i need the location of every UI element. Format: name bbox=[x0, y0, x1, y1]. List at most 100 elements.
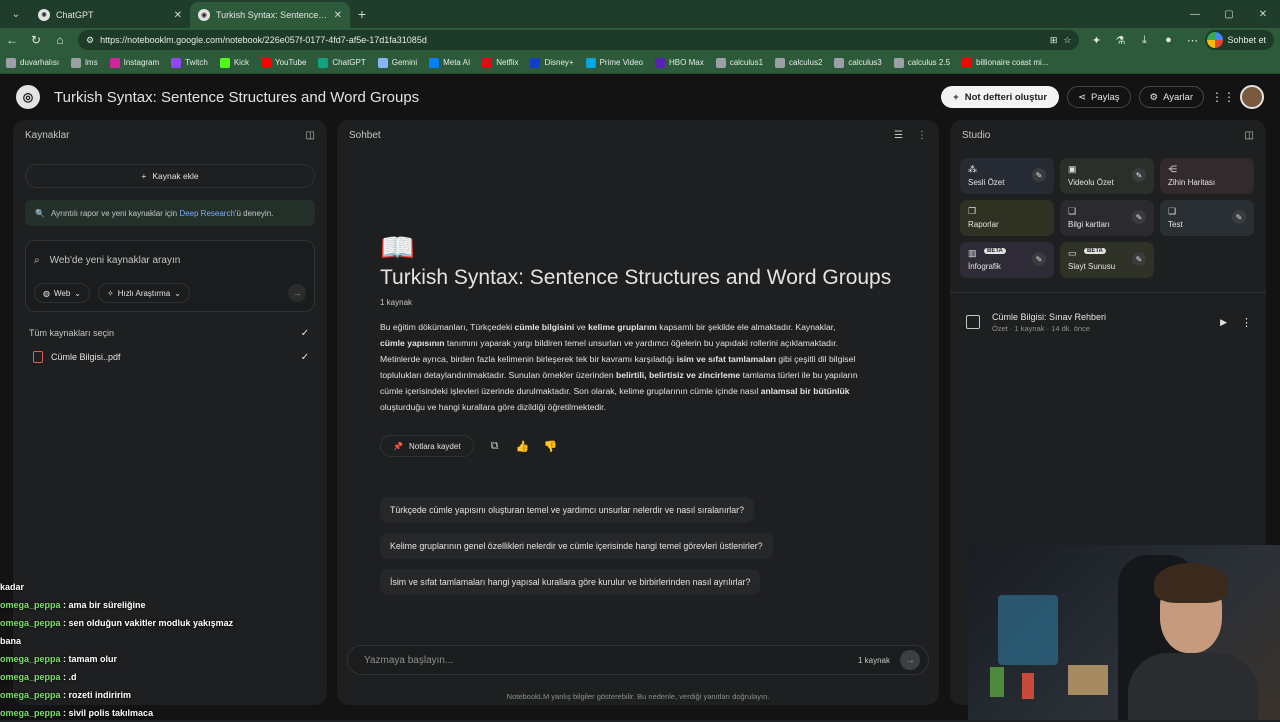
share-button[interactable]: ⋖ Paylaş bbox=[1067, 86, 1131, 108]
extensions-icon[interactable]: ✦ bbox=[1085, 30, 1107, 50]
close-tab-icon[interactable]: ✕ bbox=[334, 10, 342, 21]
collapse-panel-icon[interactable]: ◫ bbox=[306, 130, 315, 141]
back-icon[interactable]: ← bbox=[0, 29, 24, 51]
copy-icon[interactable]: ⧉ bbox=[488, 439, 502, 453]
deep-research-link[interactable]: Deep Research bbox=[179, 209, 235, 218]
web-source-dropdown[interactable]: ◍ Web ⌄ bbox=[34, 283, 90, 303]
studio-tile[interactable]: ❏ Bilgi kartları ✎ bbox=[1060, 200, 1154, 236]
studio-tile[interactable]: ❏ Test ✎ bbox=[1160, 200, 1254, 236]
new-notebook-button[interactable]: + Not defteri oluştur bbox=[941, 86, 1060, 108]
edit-icon[interactable]: ✎ bbox=[1132, 210, 1146, 224]
edit-icon[interactable]: ✎ bbox=[1032, 252, 1046, 266]
more-vert-icon[interactable]: ⋮ bbox=[1241, 316, 1252, 329]
studio-tile[interactable]: ⋲ Zihin Haritası bbox=[1160, 158, 1254, 194]
tune-icon[interactable]: ☰ bbox=[894, 130, 903, 141]
stream-chat-text: : .d bbox=[60, 672, 77, 682]
web-search-input[interactable]: Web'de yeni kaynaklar arayın bbox=[50, 255, 181, 266]
studio-tile[interactable]: ▭ BETA Slayt Sunusu ✎ bbox=[1060, 242, 1154, 278]
bookmark-label: Meta AI bbox=[443, 58, 471, 67]
bookmark-item[interactable]: Twitch bbox=[171, 57, 208, 68]
bookmark-item[interactable]: billionaire coast mi... bbox=[962, 57, 1049, 68]
chat-input[interactable]: Yazmaya başlayın... 1 kaynak → bbox=[347, 645, 929, 675]
bookmark-item[interactable]: Disney+ bbox=[530, 57, 574, 68]
apps-grid-icon[interactable]: ⋮⋮ bbox=[1211, 86, 1235, 108]
select-all-row[interactable]: Tüm kaynakları seçin ✓ bbox=[13, 322, 327, 344]
stream-chat-username: omega_peppa bbox=[0, 672, 61, 682]
submit-search-icon[interactable]: → bbox=[288, 284, 306, 302]
stream-chat-message: kadar bbox=[0, 578, 300, 596]
edit-icon[interactable]: ✎ bbox=[1032, 168, 1046, 182]
install-app-icon[interactable]: ⊞ bbox=[1050, 35, 1058, 46]
studio-tile[interactable]: ❐ Raporlar bbox=[960, 200, 1054, 236]
menu-icon[interactable]: ⋯ bbox=[1181, 30, 1203, 50]
stream-chat-username: omega_peppa bbox=[0, 690, 61, 700]
bookmark-item[interactable]: calculus1 bbox=[715, 57, 763, 68]
deep-research-banner[interactable]: 🔍 Ayrıntılı rapor ve yeni kaynaklar için… bbox=[25, 200, 315, 226]
studio-tile[interactable]: ⁂ Sesli Özet ✎ bbox=[960, 158, 1054, 194]
suggested-question[interactable]: Kelime gruplarının genel özellikleri nel… bbox=[380, 533, 773, 559]
gemini-chat-button[interactable]: Sohbet et bbox=[1205, 30, 1274, 50]
close-window-icon[interactable]: ✕ bbox=[1246, 0, 1280, 28]
bookmark-item[interactable]: Gemini bbox=[377, 57, 417, 68]
send-icon[interactable]: → bbox=[900, 650, 920, 670]
bookmark-item[interactable]: YouTube bbox=[260, 57, 306, 68]
fast-research-dropdown[interactable]: ✧ Hızlı Araştırma ⌄ bbox=[98, 283, 190, 303]
studio-tile[interactable]: ▥ BETA İnfografik ✎ bbox=[960, 242, 1054, 278]
studio-note-item[interactable]: Cümle Bilgisi: Sınav Rehberi Özet · 1 ka… bbox=[950, 307, 1266, 337]
bookmark-star-icon[interactable]: ☆ bbox=[1063, 35, 1071, 46]
select-all-checkbox[interactable]: ✓ bbox=[299, 327, 311, 339]
site-info-icon[interactable]: ⚙ bbox=[86, 35, 94, 46]
pdf-icon bbox=[33, 351, 43, 363]
bookmark-item[interactable]: ChatGPT bbox=[318, 57, 366, 68]
studio-tile[interactable]: ▣ Videolu Özet ✎ bbox=[1060, 158, 1154, 194]
notebooklm-logo-icon[interactable]: ◎ bbox=[16, 85, 40, 109]
source-item[interactable]: Cümle Bilgisi..pdf ✓ bbox=[13, 344, 327, 370]
thumbs-up-icon[interactable]: 👍 bbox=[516, 439, 530, 453]
collapse-panel-icon[interactable]: ◫ bbox=[1245, 130, 1254, 141]
edit-icon[interactable]: ✎ bbox=[1132, 252, 1146, 266]
new-tab-icon[interactable]: + bbox=[350, 2, 374, 26]
tab-notebooklm[interactable]: ◉ Turkish Syntax: Sentence Structure ✕ bbox=[190, 2, 350, 28]
thumbs-down-icon[interactable]: 👎 bbox=[544, 439, 558, 453]
stream-chat-message: omega_peppa : sen olduğun vakitler modlu… bbox=[0, 614, 300, 632]
download-icon[interactable]: ⤓ bbox=[1133, 30, 1155, 50]
bookmark-label: calculus 2.5 bbox=[907, 58, 951, 67]
tab-chatgpt[interactable]: ✺ ChatGPT ✕ bbox=[30, 2, 190, 28]
avatar[interactable] bbox=[1240, 85, 1264, 109]
reload-icon[interactable]: ↻ bbox=[24, 29, 48, 51]
add-source-button[interactable]: + Kaynak ekle bbox=[25, 164, 315, 188]
source-checkbox[interactable]: ✓ bbox=[299, 351, 311, 363]
edit-icon[interactable]: ✎ bbox=[1132, 168, 1146, 182]
edit-icon[interactable]: ✎ bbox=[1232, 210, 1246, 224]
close-tab-icon[interactable]: ✕ bbox=[174, 10, 182, 21]
lab-icon[interactable]: ⚗ bbox=[1109, 30, 1131, 50]
chevron-down-icon: ⌄ bbox=[174, 288, 181, 298]
bookmark-item[interactable]: Meta AI bbox=[429, 57, 471, 68]
banner-text-suffix: 'ü deneyin. bbox=[234, 208, 274, 218]
suggested-question[interactable]: İsim ve sıfat tamlamaları hangi yapısal … bbox=[380, 569, 761, 595]
bookmark-item[interactable]: calculus 2.5 bbox=[893, 57, 951, 68]
more-vert-icon[interactable]: ⋮ bbox=[917, 130, 927, 141]
bookmark-item[interactable]: HBO Max bbox=[655, 57, 704, 68]
bookmark-item[interactable]: lms bbox=[71, 57, 98, 68]
save-to-notes-button[interactable]: 📌 Notlara kaydet bbox=[380, 435, 474, 457]
settings-button[interactable]: ⚙ Ayarlar bbox=[1138, 86, 1204, 108]
play-icon[interactable]: ▶ bbox=[1220, 317, 1227, 328]
bookmark-item[interactable]: Instagram bbox=[109, 57, 159, 68]
home-icon[interactable]: ⌂ bbox=[48, 29, 72, 51]
bookmark-item[interactable]: duvarhalısı bbox=[6, 57, 59, 68]
bookmark-item[interactable]: Netflix bbox=[482, 57, 518, 68]
bookmark-item[interactable]: Prime Video bbox=[585, 57, 643, 68]
chat-input-placeholder: Yazmaya başlayın... bbox=[364, 654, 454, 666]
bookmark-item[interactable]: calculus2 bbox=[775, 57, 822, 68]
address-bar[interactable]: ⚙ https://notebooklm.google.com/notebook… bbox=[78, 30, 1080, 50]
bookmark-item[interactable]: Kick bbox=[219, 57, 249, 68]
minimize-icon[interactable]: — bbox=[1178, 0, 1212, 28]
maximize-icon[interactable]: ▢ bbox=[1212, 0, 1246, 28]
web-search-box: ⌕ Web'de yeni kaynaklar arayın ◍ Web ⌄ ✧ Hı… bbox=[25, 240, 315, 312]
profile-avatar-icon[interactable]: ● bbox=[1157, 30, 1179, 50]
bookmark-favicon-icon bbox=[429, 57, 440, 68]
tab-search-icon[interactable]: ⌄ bbox=[4, 2, 28, 26]
bookmark-item[interactable]: calculus3 bbox=[834, 57, 882, 68]
suggested-question[interactable]: Türkçede cümle yapısını oluşturan temel … bbox=[380, 497, 754, 523]
